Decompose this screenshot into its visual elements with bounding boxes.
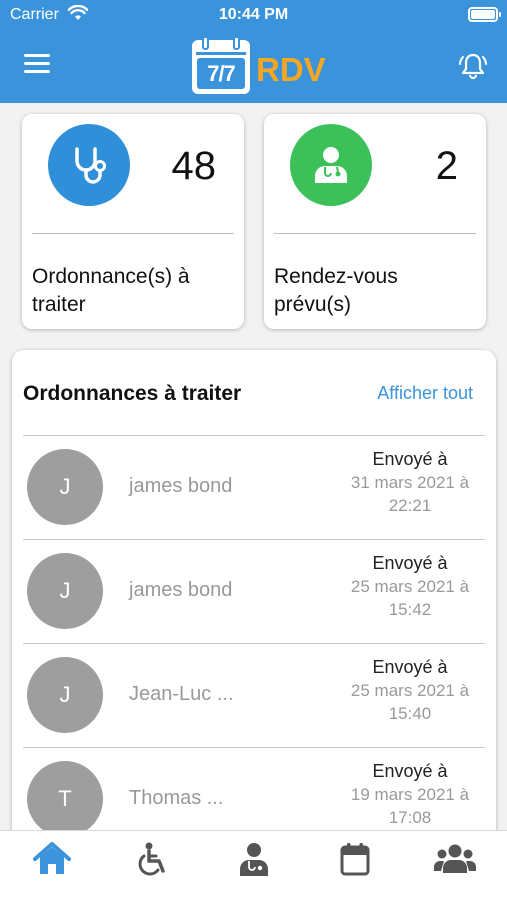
stethoscope-icon xyxy=(48,124,130,206)
app-header: Carrier 10:44 PM 7/7 RDV xyxy=(0,0,507,103)
sent-time: 15:40 xyxy=(388,704,432,723)
users-icon xyxy=(434,844,476,873)
sent-info: Envoyé à 19 mars 2021 à 17:08 xyxy=(335,760,485,829)
status-bar: Carrier 10:44 PM xyxy=(0,0,507,32)
patient-name: james bond xyxy=(129,579,233,601)
calendar-icon xyxy=(340,843,370,876)
hamburger-menu-button[interactable] xyxy=(24,54,52,78)
sent-date: 25 mars 2021 à xyxy=(350,681,470,700)
sent-date: 19 mars 2021 à xyxy=(350,785,470,804)
home-icon xyxy=(33,842,71,874)
sent-date: 25 mars 2021 à xyxy=(350,577,470,596)
patient-name: Thomas ... xyxy=(129,787,224,809)
sent-time: 17:08 xyxy=(388,808,432,827)
patient-name: james bond xyxy=(129,475,233,497)
wheelchair-icon xyxy=(138,842,165,876)
tab-disability[interactable] xyxy=(122,841,182,881)
tab-calendar[interactable] xyxy=(325,841,385,881)
stat-card-appointments[interactable]: 2 Rendez-vous prévu(s) xyxy=(264,114,486,329)
section-title: Ordonnances à traiter xyxy=(23,382,242,405)
prescriptions-count: 48 xyxy=(171,144,217,188)
bell-icon xyxy=(459,53,487,80)
appointments-count: 2 xyxy=(435,144,458,188)
sent-date: 31 mars 2021 à xyxy=(350,473,470,492)
sent-info: Envoyé à 31 mars 2021 à 22:21 xyxy=(335,448,485,517)
prescriptions-label: Ordonnance(s) à traiter xyxy=(32,265,190,316)
list-item[interactable]: J james bond Envoyé à 31 mars 2021 à 22:… xyxy=(23,435,485,539)
doctor-icon xyxy=(290,124,372,206)
divider xyxy=(32,233,234,234)
sent-info: Envoyé à 25 mars 2021 à 15:40 xyxy=(335,656,485,725)
bottom-tab-bar xyxy=(0,830,507,900)
avatar: T xyxy=(27,761,103,837)
patient-name: Jean-Luc ... xyxy=(129,683,234,705)
avatar: J xyxy=(27,449,103,525)
sent-label: Envoyé à xyxy=(372,449,448,469)
sent-info: Envoyé à 25 mars 2021 à 15:42 xyxy=(335,552,485,621)
appointments-label: Rendez-vous prévu(s) xyxy=(274,265,398,316)
prescriptions-list-card: Ordonnances à traiter Afficher tout J ja… xyxy=(12,350,496,850)
logo-text: RDV xyxy=(256,51,326,88)
avatar: J xyxy=(27,553,103,629)
doctor-icon xyxy=(240,843,268,876)
logo-number: 7/7 xyxy=(197,58,245,89)
sent-label: Envoyé à xyxy=(372,657,448,677)
tab-home[interactable] xyxy=(22,841,82,881)
notification-bell-button[interactable] xyxy=(457,50,489,82)
list-item[interactable]: J Jean-Luc ... Envoyé à 25 mars 2021 à 1… xyxy=(23,643,485,747)
sent-time: 15:42 xyxy=(388,600,432,619)
tab-patients[interactable] xyxy=(425,841,485,881)
see-all-link[interactable]: Afficher tout xyxy=(377,383,473,404)
prescriptions-list: J james bond Envoyé à 31 mars 2021 à 22:… xyxy=(23,435,485,850)
list-item[interactable]: J james bond Envoyé à 25 mars 2021 à 15:… xyxy=(23,539,485,643)
sent-label: Envoyé à xyxy=(372,761,448,781)
stat-card-prescriptions[interactable]: 48 Ordonnance(s) à traiter xyxy=(22,114,244,329)
calendar-logo-icon: 7/7 xyxy=(192,36,250,94)
sent-label: Envoyé à xyxy=(372,553,448,573)
avatar: J xyxy=(27,657,103,733)
app-logo: 7/7 RDV xyxy=(190,36,326,96)
tab-doctors[interactable] xyxy=(224,841,284,881)
sent-time: 22:21 xyxy=(388,496,432,515)
clock: 10:44 PM xyxy=(218,6,289,23)
divider xyxy=(274,233,476,234)
battery-icon xyxy=(468,7,501,22)
